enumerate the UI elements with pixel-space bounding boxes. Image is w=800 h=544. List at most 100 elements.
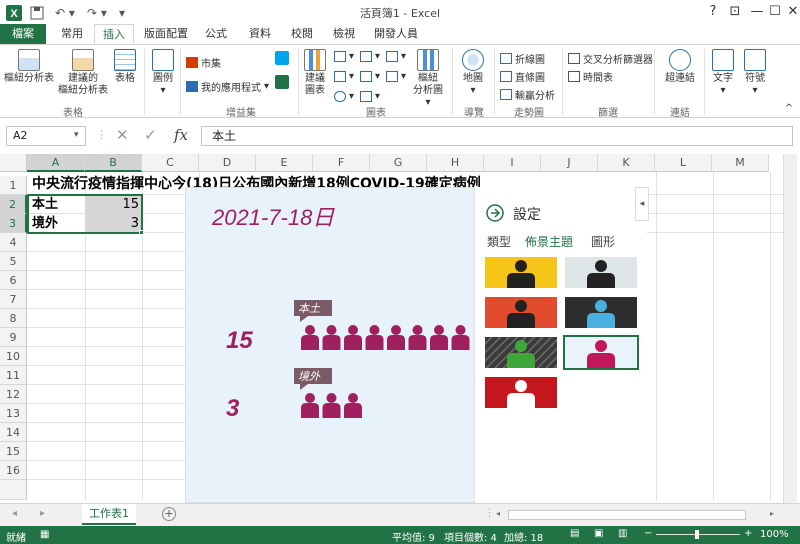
recommended-charts-button[interactable]: 建議 圖表	[302, 49, 328, 97]
tab-type[interactable]: 類型	[487, 233, 511, 250]
formula-input[interactable]: 本土	[201, 126, 793, 146]
formula-bar-options-icon[interactable]: ⋮	[96, 128, 107, 141]
theme-option[interactable]	[563, 335, 639, 370]
tab-page-layout[interactable]: 版面配置	[138, 24, 194, 44]
vertical-scrollbar[interactable]	[783, 154, 797, 503]
fill-handle[interactable]	[139, 230, 144, 235]
cancel-edit-icon[interactable]: ✕	[116, 126, 129, 144]
row-header-16[interactable]: 16	[0, 461, 27, 480]
row-header-9[interactable]: 9	[0, 328, 27, 347]
scatter-chart-button[interactable]: ▾	[360, 91, 380, 102]
sparkline-column-button[interactable]: 直條圖	[500, 69, 545, 84]
zoom-slider-thumb[interactable]	[695, 530, 699, 539]
row-header-2[interactable]: 2	[0, 195, 27, 214]
column-header-i[interactable]: I	[484, 154, 541, 172]
column-header-d[interactable]: D	[199, 154, 256, 172]
cell-b3[interactable]: 3	[87, 214, 139, 233]
row-header-14[interactable]: 14	[0, 423, 27, 442]
row-header-6[interactable]: 6	[0, 271, 27, 290]
page-break-view-icon[interactable]: ▥	[618, 528, 627, 539]
column-header-a[interactable]: A	[27, 154, 85, 172]
combo-chart-button[interactable]: ▾	[386, 71, 406, 82]
scroll-tabs-left-icon[interactable]: ◂	[12, 508, 17, 519]
tab-shape[interactable]: 圖形	[591, 233, 615, 250]
row-header-11[interactable]: 11	[0, 366, 27, 385]
column-header-g[interactable]: G	[370, 154, 427, 172]
horizontal-scrollbar[interactable]	[508, 510, 746, 520]
column-header-k[interactable]: K	[598, 154, 655, 172]
hyperlink-button[interactable]: 超連結	[660, 49, 700, 85]
enter-edit-icon[interactable]: ✓	[144, 126, 157, 144]
zoom-out-icon[interactable]: −	[644, 528, 652, 539]
row-header-1[interactable]: 1	[0, 176, 27, 195]
3d-map-button[interactable]: 地圖 ▾	[456, 49, 490, 97]
column-chart-button[interactable]: ▾	[334, 51, 354, 62]
new-sheet-button[interactable]: +	[162, 507, 176, 521]
hierarchy-chart-button[interactable]: ▾	[360, 51, 380, 62]
text-button[interactable]: 文字 ▾	[708, 49, 738, 97]
pivotchart-button[interactable]: 樞紐 分析圖 ▾	[410, 49, 446, 109]
theme-option[interactable]	[485, 337, 557, 368]
cell-a3[interactable]: 境外	[32, 214, 58, 233]
zoom-in-icon[interactable]: +	[744, 528, 752, 539]
my-apps-button[interactable]: 我的應用程式 ▾	[186, 79, 269, 94]
name-box-dropdown-icon[interactable]: ▾	[74, 130, 79, 140]
select-all-corner[interactable]	[0, 154, 27, 172]
cell-a2[interactable]: 本土	[32, 195, 58, 214]
column-header-j[interactable]: J	[541, 154, 598, 172]
macro-recording-icon[interactable]: ▦	[40, 529, 49, 540]
column-header-b[interactable]: B	[85, 154, 142, 172]
slicer-button[interactable]: 交叉分析篩選器	[568, 51, 653, 66]
tab-formulas[interactable]: 公式	[196, 24, 236, 44]
collapse-pane-icon[interactable]: ◂	[635, 187, 649, 221]
cell-b2[interactable]: 15	[87, 195, 139, 214]
sparkline-winloss-button[interactable]: 輸贏分析	[500, 87, 555, 102]
tab-developer[interactable]: 開發人員	[368, 24, 424, 44]
close-button[interactable]: ✕	[782, 2, 800, 22]
column-header-h[interactable]: H	[427, 154, 484, 172]
table-button[interactable]: 表格	[110, 49, 140, 85]
tab-theme[interactable]: 佈景主題	[525, 233, 573, 250]
row-header-13[interactable]: 13	[0, 404, 27, 423]
row-header-10[interactable]: 10	[0, 347, 27, 366]
back-arrow-icon[interactable]	[485, 203, 505, 223]
column-header-e[interactable]: E	[256, 154, 313, 172]
tab-data[interactable]: 資料	[240, 24, 280, 44]
help-button[interactable]: ?	[702, 2, 724, 22]
store-button[interactable]: 市集	[186, 55, 221, 70]
bing-maps-icon[interactable]	[274, 51, 290, 67]
ribbon-display-options-button[interactable]: ⊡	[724, 2, 746, 22]
row-header-4[interactable]: 4	[0, 233, 27, 252]
scroll-left-icon[interactable]: ◂	[496, 509, 500, 518]
row-header-12[interactable]: 12	[0, 385, 27, 404]
sparkline-line-button[interactable]: 折線圖	[500, 51, 545, 66]
waterfall-chart-button[interactable]: ▾	[386, 51, 406, 62]
people-graph-icon[interactable]	[274, 75, 290, 91]
tab-view[interactable]: 檢視	[324, 24, 364, 44]
column-header-m[interactable]: M	[712, 154, 769, 172]
recommended-pivottables-button[interactable]: 建議的 樞紐分析表	[58, 49, 108, 97]
sheet-tab-sheet1[interactable]: 工作表1	[82, 504, 136, 525]
row-header-7[interactable]: 7	[0, 290, 27, 309]
timeline-button[interactable]: 時間表	[568, 69, 613, 84]
scroll-tabs-right-icon[interactable]: ▸	[40, 508, 45, 519]
insert-function-icon[interactable]: fx	[174, 126, 188, 144]
theme-option[interactable]	[565, 257, 637, 288]
tab-insert[interactable]: 插入	[94, 24, 134, 45]
zoom-level[interactable]: 100%	[760, 529, 789, 540]
tab-review[interactable]: 校閱	[282, 24, 322, 44]
normal-view-icon[interactable]: ▤	[570, 528, 579, 539]
tab-home[interactable]: 常用	[52, 24, 92, 44]
line-chart-button[interactable]: ▾	[334, 71, 354, 82]
tab-file[interactable]: 檔案	[0, 24, 46, 44]
collapse-ribbon-icon[interactable]: ^	[782, 103, 796, 115]
column-header-l[interactable]: L	[655, 154, 712, 172]
page-layout-view-icon[interactable]: ▣	[594, 528, 603, 539]
scroll-right-icon[interactable]: ▸	[770, 509, 774, 518]
theme-option[interactable]	[485, 297, 557, 328]
row-header-17[interactable]	[0, 480, 27, 500]
row-header-15[interactable]: 15	[0, 442, 27, 461]
pivottable-button[interactable]: 樞紐分析表	[4, 49, 54, 85]
pie-chart-button[interactable]: ▾	[334, 91, 354, 102]
tab-splitter-icon[interactable]: ⋮	[484, 506, 495, 519]
